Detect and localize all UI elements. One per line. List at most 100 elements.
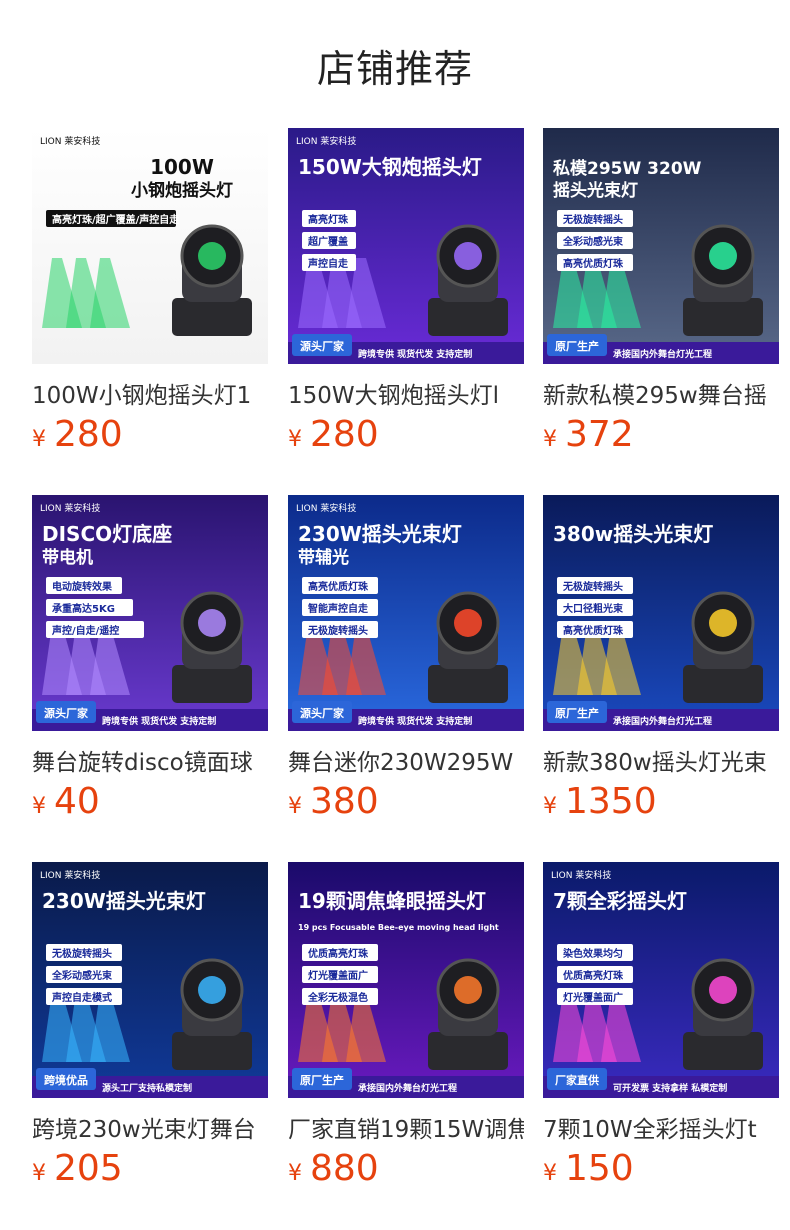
feature-tag-label: 声控自走 <box>307 257 349 270</box>
currency-symbol: ¥ <box>543 427 557 452</box>
image-headline: 230W摇头光束灯 <box>298 522 462 546</box>
feature-tag-label: 优质高亮灯珠 <box>563 969 624 982</box>
feature-tag-label: 全彩动感光束 <box>562 235 624 248</box>
product-image[interactable]: 19颗调焦蜂眼摇头灯 19 pcs Focusable Bee-eye movin… <box>288 862 524 1098</box>
feature-tag-label: 灯光覆盖面广 <box>308 969 368 982</box>
feature-tag-label: 智能声控自走 <box>308 602 369 615</box>
feature-tag-label: 高亮优质灯珠 <box>563 624 624 637</box>
feature-tag-label: 灯光覆盖面广 <box>563 991 623 1004</box>
product-image[interactable]: LION 莱安科技 150W大钢炮摇头灯 高亮灯珠 超广覆盖 声控自走 源头厂家 跨境专供 … <box>288 128 524 364</box>
image-headline: 私模295W 320W <box>553 158 702 179</box>
product-price: ¥1350 <box>543 781 779 822</box>
footer-badge-label: 厂家直供 <box>555 1073 599 1087</box>
price-value: 280 <box>310 414 379 455</box>
price-value: 380 <box>310 781 379 822</box>
fixture-lens <box>709 609 737 637</box>
feature-tag-label: 全彩无极混色 <box>307 991 368 1004</box>
feature-tag-label: 高亮优质灯珠 <box>308 580 369 593</box>
product-name[interactable]: 厂家直销19颗15W调焦 <box>288 1110 524 1142</box>
fixture-base <box>428 298 508 336</box>
product-image[interactable]: 380w摇头光束灯 无极旋转摇头 大口径粗光束 高亮优质灯珠 原厂生产 承接国内外舞台灯光… <box>543 495 779 731</box>
product-card[interactable]: LION 莱安科技 150W大钢炮摇头灯 高亮灯珠 超广覆盖 声控自走 源头厂家 跨境专供 … <box>288 128 524 455</box>
product-name[interactable]: 新款私模295w舞台摇 <box>543 376 779 408</box>
price-value: 150 <box>565 1148 634 1189</box>
footer-badge-label: 源头厂家 <box>300 706 345 720</box>
product-name[interactable]: 新款380w摇头灯光束 <box>543 743 779 775</box>
footer-badge-label: 原厂生产 <box>300 1073 344 1087</box>
fixture-base <box>428 1032 508 1070</box>
image-headline: 7颗全彩摇头灯 <box>553 889 687 913</box>
currency-symbol: ¥ <box>32 427 46 452</box>
product-card[interactable]: LION 莱安科技 DISCO灯底座 带电机 电动旋转效果 承重高达5KG 声控/自走/遥… <box>32 495 268 822</box>
fixture-lens <box>454 976 482 1004</box>
product-name[interactable]: 100W小钢炮摇头灯1 <box>32 376 268 408</box>
fixture-lens <box>198 609 226 637</box>
fixture-base <box>683 1032 763 1070</box>
footer-text: 可开发票 支持拿样 私模定制 <box>613 1082 727 1094</box>
fixture-base <box>172 665 252 703</box>
product-price: ¥372 <box>543 414 779 455</box>
price-value: 205 <box>54 1148 123 1189</box>
footer-badge-label: 源头厂家 <box>44 706 89 720</box>
fixture-lens <box>454 242 482 270</box>
product-name[interactable]: 跨境230w光束灯舞台 <box>32 1110 268 1142</box>
brand-logo-text: LION 莱安科技 <box>40 135 100 147</box>
product-price: ¥150 <box>543 1148 779 1189</box>
product-image[interactable]: LION 莱安科技 100W 小钢炮摇头灯 高亮灯珠/超广覆盖/声控自走 <box>32 128 268 364</box>
product-card[interactable]: LION 莱安科技 230W摇头光束灯 带辅光 高亮优质灯珠 智能声控自走 无极旋转摇头源… <box>288 495 524 822</box>
currency-symbol: ¥ <box>288 427 302 452</box>
price-value: 372 <box>565 414 634 455</box>
feature-tag-label: 电动旋转效果 <box>52 580 113 593</box>
currency-symbol: ¥ <box>32 1161 46 1186</box>
feature-tag-label: 染色效果均匀 <box>562 947 623 960</box>
product-image[interactable]: 私模295W 320W 摇头光束灯 无极旋转摇头 全彩动感光束 高亮优质灯珠 原厂生产 承接… <box>543 128 779 364</box>
footer-text: 承接国内外舞台灯光工程 <box>613 715 712 727</box>
brand-logo-text: LION 莱安科技 <box>551 869 611 881</box>
feature-tag-label: 声控/自走/遥控 <box>51 624 119 637</box>
fixture-lens <box>198 242 226 270</box>
product-grid: LION 莱安科技 100W 小钢炮摇头灯 高亮灯珠/超广覆盖/声控自走 100W小钢炮… <box>0 0 790 1230</box>
brand-logo-text: LION 莱安科技 <box>296 502 356 514</box>
product-name[interactable]: 舞台迷你230W295W <box>288 743 524 775</box>
fixture-lens <box>198 976 226 1004</box>
product-price: ¥205 <box>32 1148 268 1189</box>
product-image[interactable]: LION 莱安科技 230W摇头光束灯 带辅光 高亮优质灯珠 智能声控自走 无极旋转摇头源… <box>288 495 524 731</box>
product-price: ¥40 <box>32 781 268 822</box>
feature-tag-label: 优质高亮灯珠 <box>308 947 369 960</box>
product-price: ¥880 <box>288 1148 524 1189</box>
product-image[interactable]: LION 莱安科技 DISCO灯底座 带电机 电动旋转效果 承重高达5KG 声控/自走/遥… <box>32 495 268 731</box>
product-card[interactable]: 19颗调焦蜂眼摇头灯 19 pcs Focusable Bee-eye movin… <box>288 862 524 1189</box>
product-card[interactable]: 380w摇头光束灯 无极旋转摇头 大口径粗光束 高亮优质灯珠 原厂生产 承接国内外舞台灯光… <box>543 495 779 822</box>
footer-text: 承接国内外舞台灯光工程 <box>613 348 712 360</box>
image-headline: 19颗调焦蜂眼摇头灯 <box>298 889 486 913</box>
image-subheadline: 摇头光束灯 <box>553 180 638 201</box>
footer-badge-label: 源头厂家 <box>300 339 345 353</box>
product-name[interactable]: 舞台旋转disco镜面球 <box>32 743 268 775</box>
currency-symbol: ¥ <box>288 794 302 819</box>
product-card[interactable]: LION 莱安科技 100W 小钢炮摇头灯 高亮灯珠/超广覆盖/声控自走 100W小钢炮… <box>32 128 268 455</box>
footer-text: 承接国内外舞台灯光工程 <box>358 1082 457 1094</box>
price-value: 40 <box>54 781 100 822</box>
product-price: ¥280 <box>32 414 268 455</box>
footer-badge-label: 原厂生产 <box>555 339 599 353</box>
feature-tag-label: 超广覆盖 <box>307 235 348 248</box>
product-name[interactable]: 150W大钢炮摇头灯l <box>288 376 524 408</box>
brand-logo-text: LION 莱安科技 <box>40 502 100 514</box>
currency-symbol: ¥ <box>288 1161 302 1186</box>
product-card[interactable]: LION 莱安科技 7颗全彩摇头灯染色效果均匀 优质高亮灯珠 灯光覆盖面广厂家直供可开… <box>543 862 779 1189</box>
feature-tag-label: 无极旋转摇头 <box>307 624 368 637</box>
product-card[interactable]: 私模295W 320W 摇头光束灯 无极旋转摇头 全彩动感光束 高亮优质灯珠 原厂生产 承接… <box>543 128 779 455</box>
feature-tag-label: 声控自走模式 <box>51 991 112 1004</box>
product-image[interactable]: LION 莱安科技 7颗全彩摇头灯染色效果均匀 优质高亮灯珠 灯光覆盖面广厂家直供可开… <box>543 862 779 1098</box>
image-subheadline: 小钢炮摇头灯 <box>131 180 233 201</box>
brand-logo-text: LION 莱安科技 <box>296 135 356 147</box>
product-price: ¥380 <box>288 781 524 822</box>
feature-tag-label: 全彩动感光束 <box>51 969 113 982</box>
product-name[interactable]: 7颗10W全彩摇头灯t <box>543 1110 779 1142</box>
product-image[interactable]: LION 莱安科技 230W摇头光束灯 无极旋转摇头 全彩动感光束 声控自走模式 跨境优品… <box>32 862 268 1098</box>
footer-text: 源头工厂支持私模定制 <box>102 1082 192 1094</box>
price-value: 280 <box>54 414 123 455</box>
footer-text: 跨境专供 现货代发 支持定制 <box>358 348 472 360</box>
product-card[interactable]: LION 莱安科技 230W摇头光束灯 无极旋转摇头 全彩动感光束 声控自走模式 跨境优品… <box>32 862 268 1189</box>
image-headline: 230W摇头光束灯 <box>42 889 206 913</box>
